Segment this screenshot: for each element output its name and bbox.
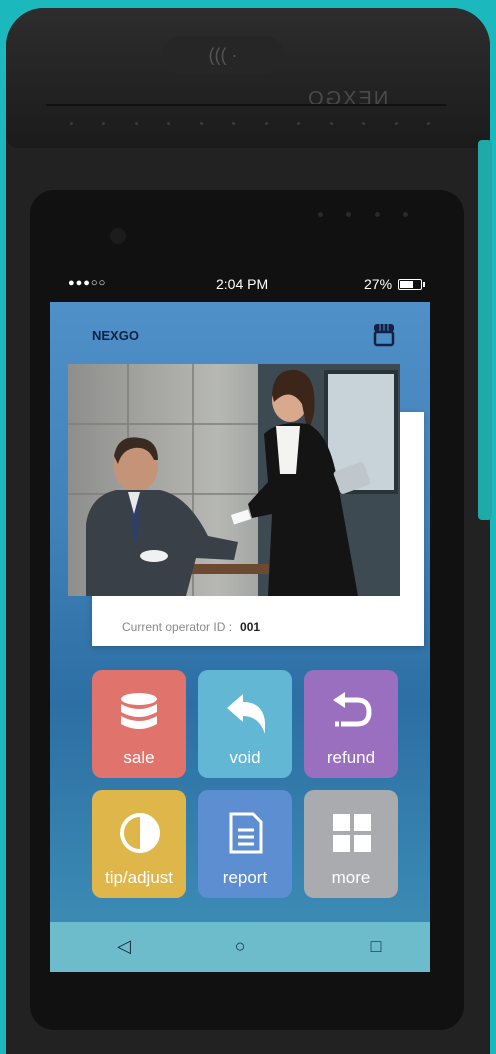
operator-value: 001 bbox=[240, 620, 261, 634]
document-icon bbox=[229, 812, 263, 854]
sale-label: sale bbox=[123, 748, 155, 767]
void-button[interactable]: void bbox=[198, 670, 292, 778]
battery-fill bbox=[400, 280, 414, 288]
report-button[interactable]: report bbox=[198, 790, 292, 898]
tip-adjust-label: tip/adjust bbox=[104, 868, 174, 887]
battery-indicator: 27% bbox=[364, 276, 426, 292]
back-icon[interactable]: ◁ bbox=[104, 930, 144, 962]
more-label: more bbox=[331, 868, 371, 887]
battery-icon bbox=[398, 278, 426, 290]
database-icon bbox=[121, 693, 157, 729]
refund-label: refund bbox=[326, 748, 376, 767]
side-button[interactable] bbox=[478, 140, 492, 520]
operator-id: Current operator ID : 001 bbox=[122, 620, 260, 634]
half-circle-icon bbox=[120, 813, 160, 853]
recent-apps-icon[interactable]: □ bbox=[356, 930, 396, 962]
nfc-contactless-icon: ((( · bbox=[162, 36, 284, 74]
hero-photo-illustration bbox=[68, 364, 400, 596]
undo-arrow-icon bbox=[227, 694, 265, 734]
status-bar: ●●●○○ 2:04 PM 27% bbox=[50, 264, 430, 300]
refund-button[interactable]: refund bbox=[304, 670, 398, 778]
report-label: report bbox=[222, 868, 268, 887]
printer-head bbox=[6, 8, 490, 148]
app-title: NEXGO bbox=[92, 328, 139, 343]
paper-slot bbox=[46, 104, 446, 106]
navigation-bar: ◁ ○ □ bbox=[50, 922, 430, 972]
return-arrow-icon bbox=[333, 692, 372, 727]
printer-dots bbox=[70, 122, 430, 126]
grid-icon bbox=[333, 814, 371, 852]
more-button[interactable]: more bbox=[304, 790, 398, 898]
home-icon[interactable]: ○ bbox=[220, 930, 260, 962]
signal-icon: ●●●○○ bbox=[68, 277, 107, 289]
camera-icon bbox=[110, 228, 126, 244]
sensor-dots bbox=[318, 212, 408, 217]
tip-adjust-button[interactable]: tip/adjust bbox=[92, 790, 186, 898]
operator-label: Current operator ID : bbox=[122, 620, 233, 634]
app-screen: NEXGO Current operator ID: 001 sale voi… bbox=[50, 302, 430, 972]
device-brand-mark: NEXGO bbox=[306, 88, 389, 110]
store-icon[interactable] bbox=[372, 322, 396, 348]
battery-percent: 27% bbox=[364, 276, 393, 292]
void-label: void bbox=[229, 748, 261, 767]
sale-button[interactable]: sale bbox=[92, 670, 186, 778]
status-time: 2:04 PM bbox=[216, 276, 269, 292]
hero-photo bbox=[68, 364, 400, 596]
